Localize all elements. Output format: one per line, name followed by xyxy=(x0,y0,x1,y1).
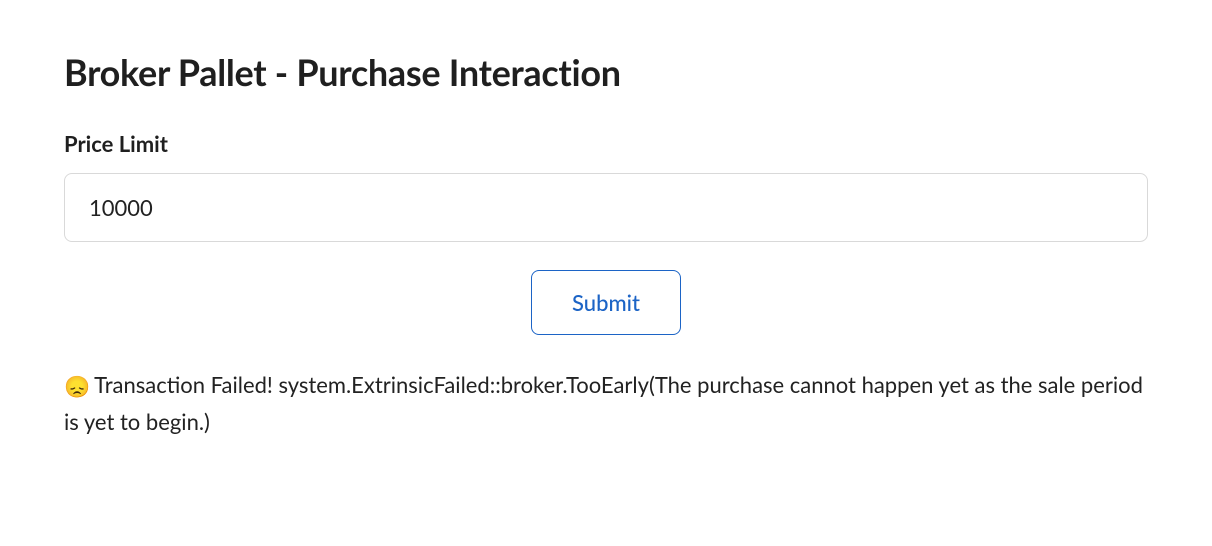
status-text: Transaction Failed! system.ExtrinsicFail… xyxy=(64,371,1143,435)
submit-row: Submit xyxy=(64,270,1148,335)
price-limit-group: Price Limit xyxy=(64,130,1148,242)
sad-emoji-icon: 😞 xyxy=(64,374,90,399)
price-limit-input[interactable] xyxy=(64,173,1148,242)
status-message: 😞Transaction Failed! system.ExtrinsicFai… xyxy=(64,367,1148,439)
page-title: Broker Pallet - Purchase Interaction xyxy=(64,50,1148,94)
price-limit-label: Price Limit xyxy=(64,130,1148,157)
submit-button[interactable]: Submit xyxy=(531,270,681,335)
